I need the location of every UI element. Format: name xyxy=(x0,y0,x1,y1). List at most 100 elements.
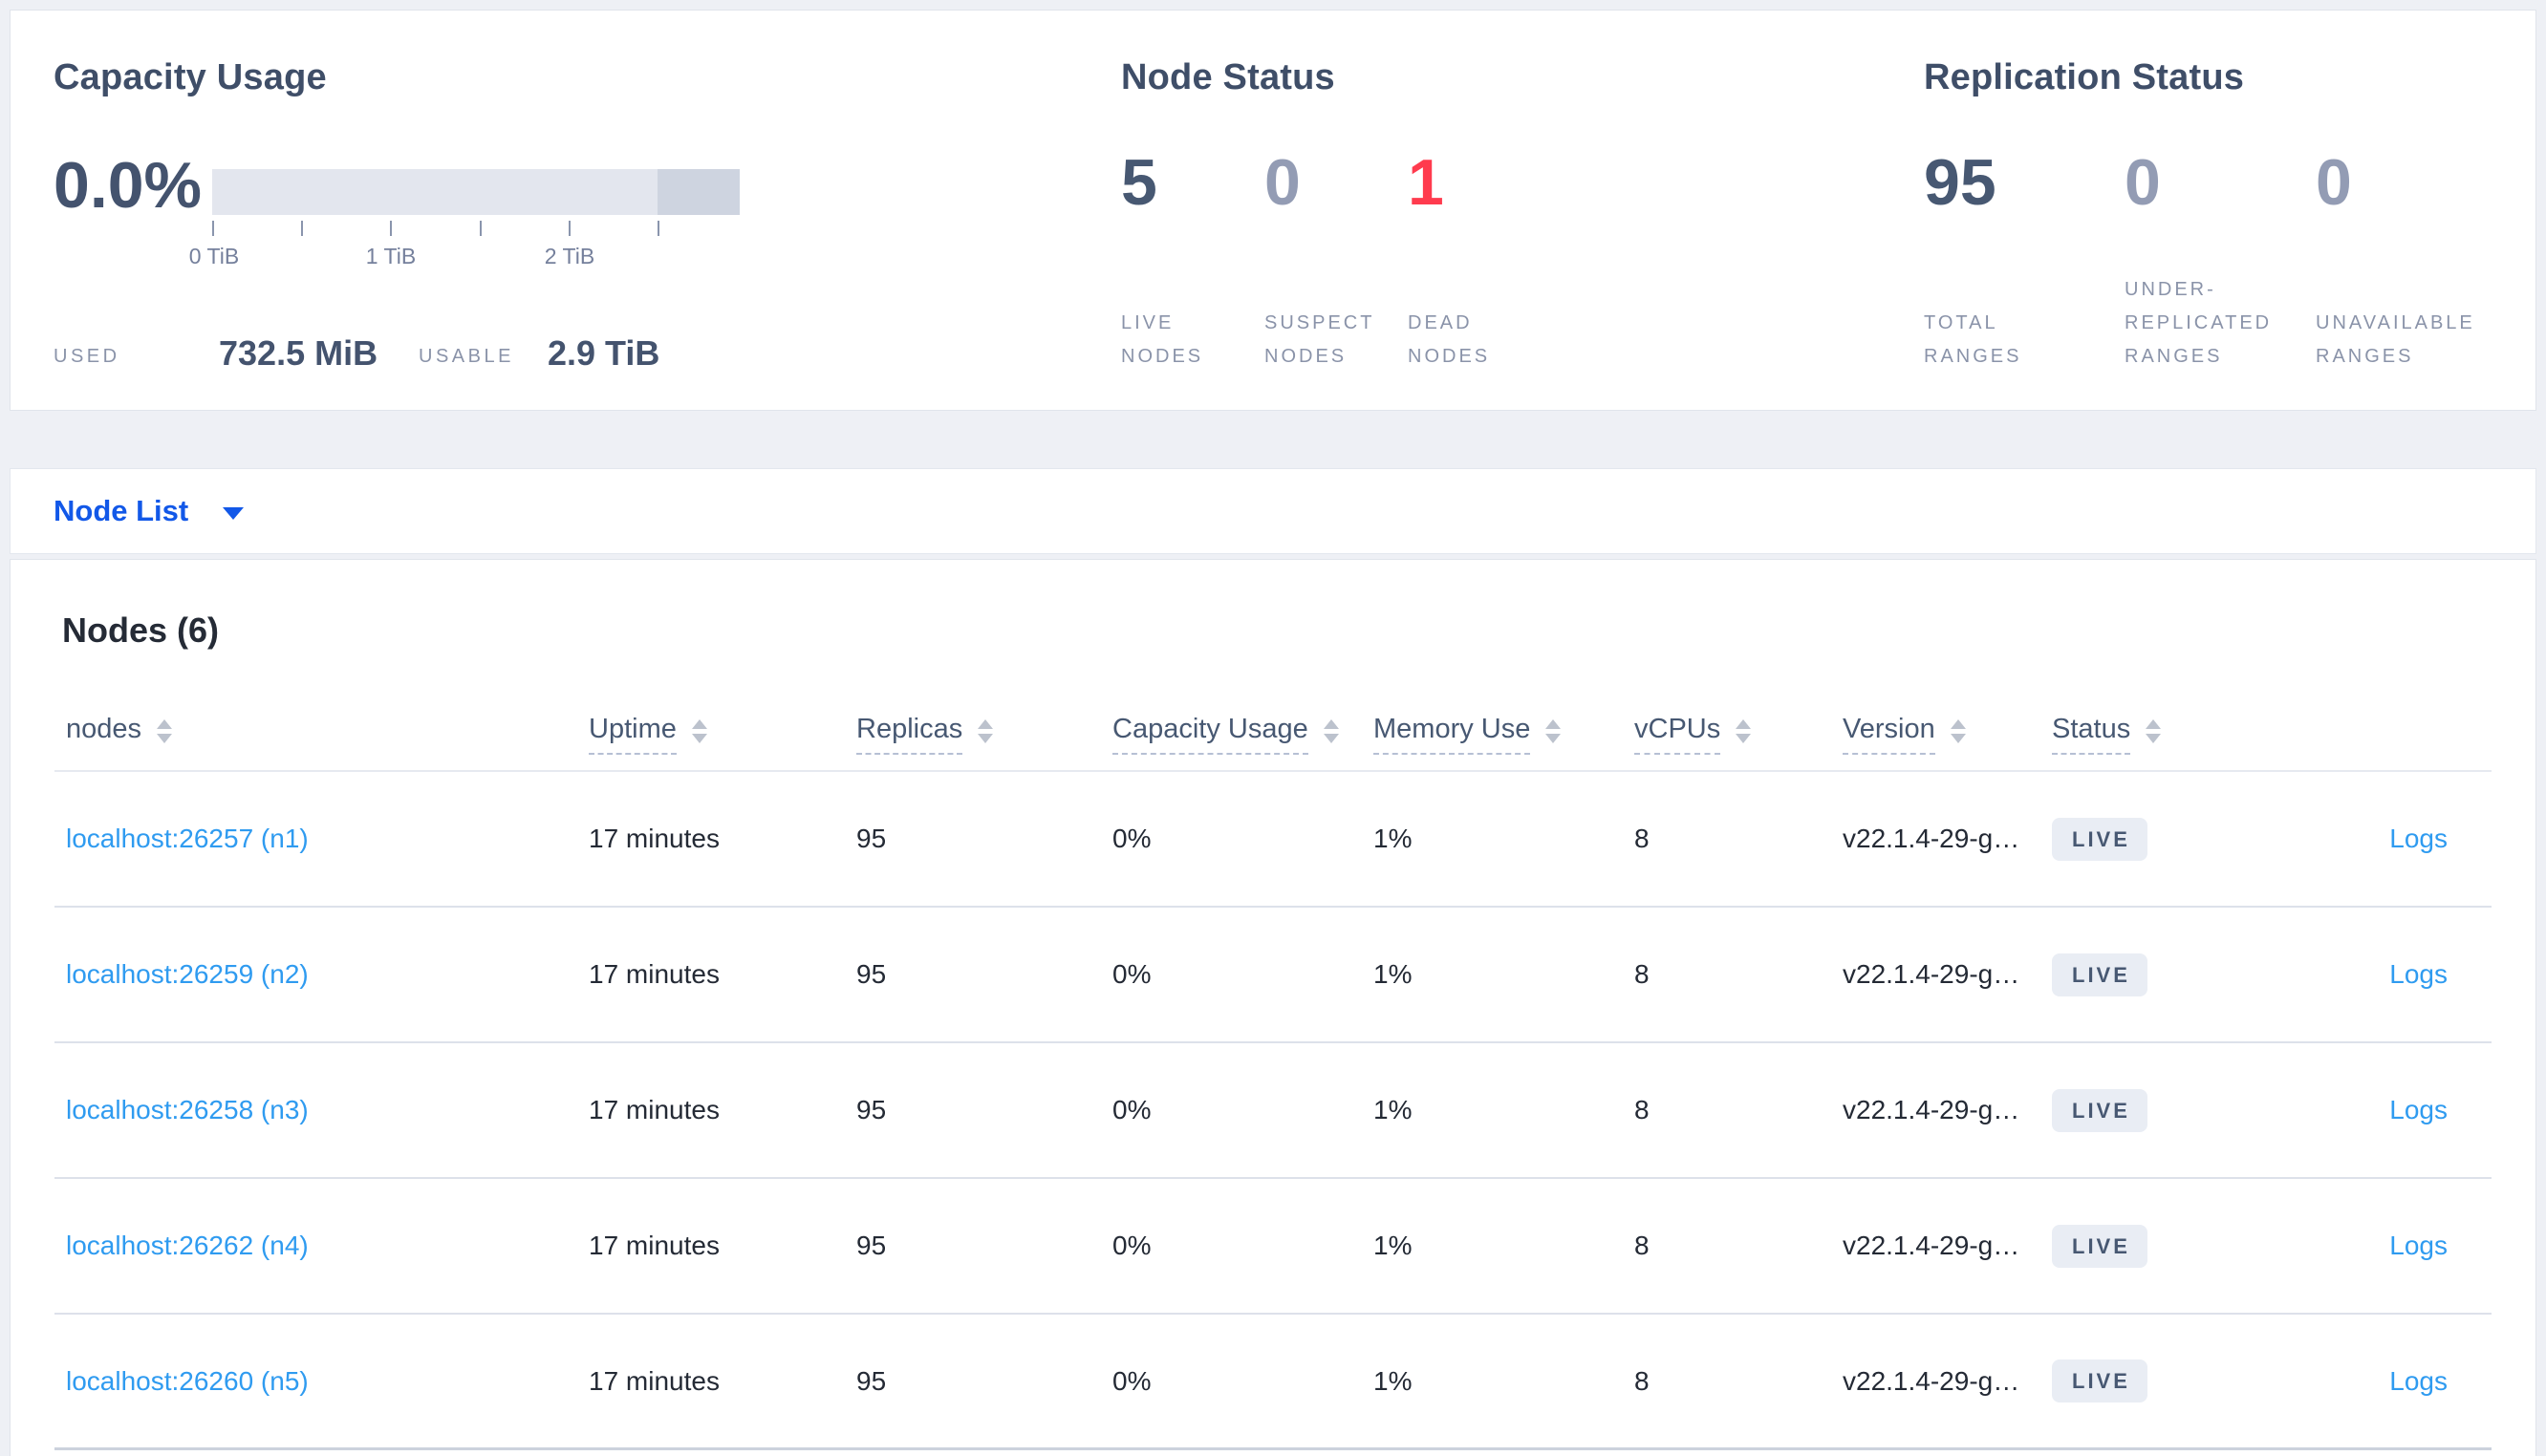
capacity-axis-ticks xyxy=(212,221,740,236)
table-body: localhost:26257 (n1) 17 minutes 95 0% 1%… xyxy=(54,772,2492,1450)
sort-icon[interactable] xyxy=(1323,719,1339,743)
node-list-dropdown[interactable]: Node List xyxy=(54,469,245,553)
dead-nodes-count: 1 xyxy=(1408,146,1444,219)
node-link[interactable]: localhost:26258 (n3) xyxy=(66,1095,309,1124)
node-link[interactable]: localhost:26260 (n5) xyxy=(66,1366,309,1396)
capacity-usage-cell: 0% xyxy=(1112,1365,1152,1396)
replicas-cell: 95 xyxy=(856,1365,887,1396)
capacity-axis-tick xyxy=(301,221,303,236)
capacity-usage-bar xyxy=(212,169,740,215)
capacity-axis-tick xyxy=(480,221,482,236)
node-list-dropdown-label: Node List xyxy=(54,494,189,527)
nodes-table: nodes Uptime Replicas Capacity Usage Mem… xyxy=(54,694,2492,1450)
sort-icon[interactable] xyxy=(2146,719,2162,743)
sort-up-triangle-icon xyxy=(1545,719,1562,729)
version-cell: v22.1.4-29-g… xyxy=(1843,1231,2020,1260)
total-ranges-count: 95 xyxy=(1924,146,1996,219)
usable-label: USABLE xyxy=(419,346,514,367)
live-nodes-count: 5 xyxy=(1121,146,1157,219)
logs-link[interactable]: Logs xyxy=(2389,1366,2448,1396)
node-status-counts: 5 0 1 xyxy=(1121,144,1551,221)
column-header[interactable]: Version xyxy=(1843,714,2052,755)
cluster-summary-panel: Capacity Usage 0.0% 0 TiB 1 TiB 2 TiB US… xyxy=(10,10,2536,411)
node-link[interactable]: localhost:26259 (n2) xyxy=(66,959,309,989)
sort-icon[interactable] xyxy=(691,719,707,743)
vcpus-cell: 8 xyxy=(1634,1231,1650,1260)
column-header-label: Memory Use xyxy=(1373,714,1531,755)
capacity-usage-cell: 0% xyxy=(1112,824,1152,853)
column-header[interactable]: Capacity Usage xyxy=(1112,714,1373,755)
vcpus-cell: 8 xyxy=(1634,824,1650,853)
logs-link[interactable]: Logs xyxy=(2389,959,2448,989)
sort-down-triangle-icon xyxy=(157,734,173,743)
table-header-row: nodes Uptime Replicas Capacity Usage Mem… xyxy=(54,694,2492,772)
used-label: USED xyxy=(54,346,120,367)
sort-up-triangle-icon xyxy=(1323,719,1339,729)
uptime-cell: 17 minutes xyxy=(589,1365,720,1396)
column-header-label: Version xyxy=(1843,714,1935,755)
used-value: 732.5 MiB xyxy=(219,333,378,373)
column-header[interactable]: Replicas xyxy=(856,714,1112,755)
axis-label-1tib: 1 TiB xyxy=(365,244,417,268)
sort-icon[interactable] xyxy=(1736,719,1752,743)
sort-icon[interactable] xyxy=(1950,719,1966,743)
sort-up-triangle-icon xyxy=(157,719,173,729)
column-header[interactable]: nodes xyxy=(66,714,589,755)
column-header-label: nodes xyxy=(66,714,142,744)
column-header-label: Uptime xyxy=(589,714,677,755)
capacity-usage-bar-chart: 0 TiB 1 TiB 2 TiB xyxy=(189,169,740,268)
table-row: localhost:26262 (n4) 17 minutes 95 0% 1%… xyxy=(54,1179,2492,1315)
sort-icon[interactable] xyxy=(978,719,994,743)
logs-link[interactable]: Logs xyxy=(2389,824,2448,853)
sort-icon[interactable] xyxy=(1545,719,1562,743)
capacity-usage-section: Capacity Usage 0.0% 0 TiB 1 TiB 2 TiB US… xyxy=(54,56,914,374)
dead-nodes-label: DEAD NODES xyxy=(1408,312,1491,367)
memory-use-cell: 1% xyxy=(1373,1231,1413,1260)
uptime-cell: 17 minutes xyxy=(589,1231,720,1260)
node-status-section: Node Status 5 0 1 LIVE NODES SUSPECT NODES D… xyxy=(1121,56,1847,374)
status-badge: LIVE xyxy=(2052,817,2147,861)
table-row: localhost:26257 (n1) 17 minutes 95 0% 1%… xyxy=(54,772,2492,908)
sort-icon[interactable] xyxy=(157,719,173,743)
sort-up-triangle-icon xyxy=(2146,719,2162,729)
memory-use-cell: 1% xyxy=(1373,959,1413,989)
axis-label-2tib: 2 TiB xyxy=(544,244,595,268)
logs-link[interactable]: Logs xyxy=(2389,1231,2448,1260)
sort-down-triangle-icon xyxy=(1545,734,1562,743)
column-header[interactable]: Uptime xyxy=(589,714,856,755)
logs-link[interactable]: Logs xyxy=(2389,1095,2448,1124)
column-header-label: Status xyxy=(2052,714,2131,755)
chevron-down-icon xyxy=(223,506,245,520)
version-cell: v22.1.4-29-g… xyxy=(1843,959,2020,989)
sort-down-triangle-icon xyxy=(1950,734,1966,743)
memory-use-cell: 1% xyxy=(1373,1095,1413,1124)
capacity-stats: USED 732.5 MiB USABLE 2.9 TiB xyxy=(54,326,780,374)
replicas-cell: 95 xyxy=(856,1231,887,1260)
node-status-labels: LIVE NODES SUSPECT NODES DEAD NODES xyxy=(1121,307,1551,374)
replication-status-labels: TOTAL RANGES UNDER-REPLICATED RANGES UNAVA… xyxy=(1924,273,2516,374)
sort-up-triangle-icon xyxy=(1736,719,1752,729)
replication-status-title: Replication Status xyxy=(1924,57,2245,97)
status-badge: LIVE xyxy=(2052,1088,2147,1132)
node-link[interactable]: localhost:26257 (n1) xyxy=(66,824,309,853)
column-header[interactable]: Memory Use xyxy=(1373,714,1634,755)
replicas-cell: 95 xyxy=(856,1095,887,1124)
sort-down-triangle-icon xyxy=(2146,734,2162,743)
axis-label-0tib: 0 TiB xyxy=(188,244,240,268)
node-link[interactable]: localhost:26262 (n4) xyxy=(66,1231,309,1260)
vcpus-cell: 8 xyxy=(1634,959,1650,989)
status-badge: LIVE xyxy=(2052,1224,2147,1268)
capacity-axis-tick xyxy=(658,221,659,236)
sort-down-triangle-icon xyxy=(1736,734,1752,743)
column-header-label: Replicas xyxy=(856,714,963,755)
capacity-usage-title: Capacity Usage xyxy=(54,57,327,97)
vcpus-cell: 8 xyxy=(1634,1365,1650,1396)
column-header[interactable]: vCPUs xyxy=(1634,714,1843,755)
column-header[interactable]: Status xyxy=(2052,714,2256,755)
capacity-usage-cell: 0% xyxy=(1112,959,1152,989)
node-status-title: Node Status xyxy=(1121,57,1335,97)
table-row: localhost:26259 (n2) 17 minutes 95 0% 1%… xyxy=(54,908,2492,1043)
under-replicated-ranges-label: UNDER-REPLICATED RANGES xyxy=(2125,279,2273,367)
capacity-axis-tick xyxy=(390,221,392,236)
uptime-cell: 17 minutes xyxy=(589,959,720,989)
